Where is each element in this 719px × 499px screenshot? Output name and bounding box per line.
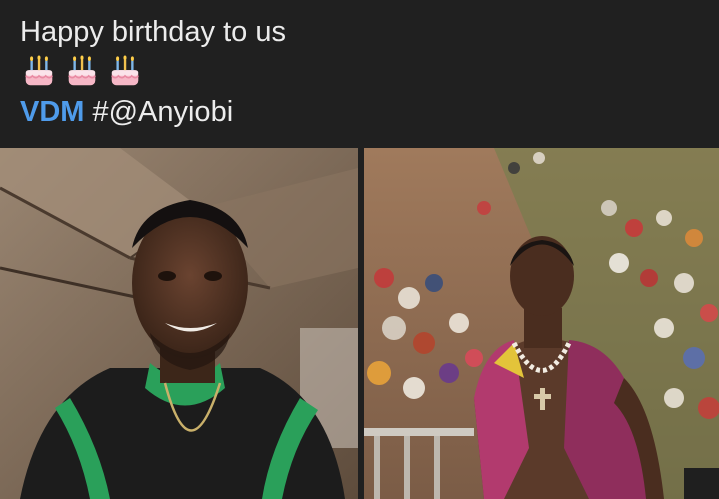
cake-emoji-row [20, 52, 286, 92]
tag-line: VDM #@Anyiobi [20, 92, 286, 132]
post-text: Happy birthday to us VDM #@Anyiobi [20, 12, 286, 132]
birthday-cake-icon [68, 55, 96, 86]
post-container: Happy birthday to us VDM #@Anyiobi [0, 0, 719, 499]
birthday-cake-icon [111, 55, 139, 86]
birthday-cake-icon [25, 55, 53, 86]
hashtag-link[interactable]: #@Anyiobi [92, 96, 233, 128]
post-title: Happy birthday to us [20, 16, 286, 48]
selfie-photo[interactable] [0, 148, 358, 499]
crowd-portrait-photo[interactable] [364, 148, 719, 499]
user-mention-link[interactable]: VDM [20, 96, 84, 128]
